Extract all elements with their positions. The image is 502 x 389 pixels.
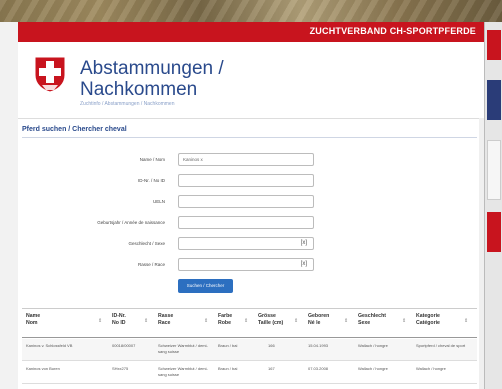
- side-tab-red-2[interactable]: [487, 212, 501, 252]
- col-header-born[interactable]: Geboren Né le: [308, 313, 329, 327]
- search-button[interactable]: Suchen / Chercher: [178, 279, 233, 293]
- sort-arrows-icon[interactable]: ⇕: [204, 318, 208, 324]
- side-tab-blue[interactable]: [487, 80, 501, 120]
- cell-color: Braun / bai: [218, 343, 238, 348]
- right-side-panel: [484, 22, 502, 389]
- sex-select[interactable]: [x]: [178, 237, 314, 250]
- page-title-line1: Abstammungen /: [80, 58, 224, 79]
- col-header-size[interactable]: Grösse Taille (cm): [258, 313, 283, 327]
- sort-arrows-icon[interactable]: ⇕: [144, 318, 148, 324]
- scrollbar[interactable]: [479, 118, 484, 389]
- table-row[interactable]: Kaninos v. Schlossfeld VB 00018/00007 Sc…: [22, 339, 477, 361]
- name-input[interactable]: Kaninos x: [178, 153, 314, 166]
- search-section-title: Pferd suchen / Chercher cheval: [22, 126, 127, 133]
- name-label: Name / Nom: [139, 157, 165, 162]
- breed-select[interactable]: [x]: [178, 258, 314, 271]
- page: ZUCHTVERBAND CH-SPORTPFERDE Abstammungen…: [0, 0, 502, 389]
- col-header-id[interactable]: ID-Nr. No ID: [112, 313, 126, 327]
- col-header-color[interactable]: Farbe Robe: [218, 313, 232, 327]
- col-header-breed[interactable]: Rasse Race: [158, 313, 173, 327]
- cell-color: Braun / bai: [218, 366, 238, 371]
- col-header-name[interactable]: Name Nom: [26, 313, 40, 327]
- breed-label: Rasse / Race: [137, 262, 165, 267]
- cell-name[interactable]: Kaninos v. Schlossfeld VB: [26, 343, 108, 349]
- table-row[interactable]: Kaninos von Buren SHxx275 Schweizer Warm…: [22, 362, 477, 384]
- side-tab-white[interactable]: [487, 140, 501, 200]
- cell-breed: Schweizer Warmblut / demi-sang suisse: [158, 343, 208, 354]
- breed-clear-icon[interactable]: [x]: [301, 261, 307, 267]
- col-header-sex[interactable]: Geschlecht Sexe: [358, 313, 386, 327]
- cell-size: 166: [268, 343, 275, 348]
- id-input[interactable]: [178, 174, 314, 187]
- side-tab-red[interactable]: [487, 30, 501, 60]
- cell-id: 00018/00007: [112, 343, 136, 348]
- ueln-label: UELN: [152, 199, 165, 204]
- section-divider: [22, 137, 477, 138]
- logo-icon[interactable]: [33, 55, 67, 93]
- left-margin: [0, 22, 18, 389]
- cell-breed: Schweizer Warmblut / demi-sang suisse: [158, 366, 208, 377]
- cell-born: 07.03.2008: [308, 366, 329, 371]
- id-label: ID-Nr. / No ID: [137, 178, 165, 183]
- header-bar: ZUCHTVERBAND CH-SPORTPFERDE: [18, 22, 484, 42]
- cell-sex: Wallach / hongre: [358, 343, 388, 348]
- table-header: Name Nom ⇕ ID-Nr. No ID ⇕ Rasse Race ⇕ Farb…: [22, 308, 477, 338]
- sort-arrows-icon[interactable]: ⇕: [294, 318, 298, 324]
- sex-label: Geschlecht / Sexe: [128, 241, 165, 246]
- sort-arrows-icon[interactable]: ⇕: [464, 318, 468, 324]
- ueln-input[interactable]: [178, 195, 314, 208]
- sort-arrows-icon[interactable]: ⇕: [402, 318, 406, 324]
- cell-id: SHxx275: [112, 366, 129, 371]
- cell-size: 167: [268, 366, 275, 371]
- page-title: Abstammungen / Nachkommen: [80, 58, 224, 100]
- sex-clear-icon[interactable]: [x]: [301, 240, 307, 246]
- header-photo-strip: [0, 0, 502, 22]
- cell-sex: Wallach / hongre: [358, 366, 388, 371]
- birth-year-input[interactable]: [178, 216, 314, 229]
- breadcrumb[interactable]: Zuchtinfo / Abstammungen / Nachkommen: [80, 101, 175, 107]
- sort-arrows-icon[interactable]: ⇕: [98, 318, 102, 324]
- page-title-line2: Nachkommen: [80, 79, 198, 100]
- sort-arrows-icon[interactable]: ⇕: [344, 318, 348, 324]
- cell-category: Sportpferd / cheval de sport: [416, 343, 466, 348]
- org-name: ZUCHTVERBAND CH-SPORTPFERDE: [309, 26, 476, 36]
- cell-name[interactable]: Kaninos von Buren: [26, 366, 108, 372]
- cell-category: Wallach / hongre: [416, 366, 446, 371]
- col-header-category[interactable]: Kategorie Catégorie: [416, 313, 440, 327]
- cell-born: 15.04.1993: [308, 343, 329, 348]
- sort-arrows-icon[interactable]: ⇕: [244, 318, 248, 324]
- birth-year-label: Geburtsjahr / Année de naissance: [97, 220, 165, 225]
